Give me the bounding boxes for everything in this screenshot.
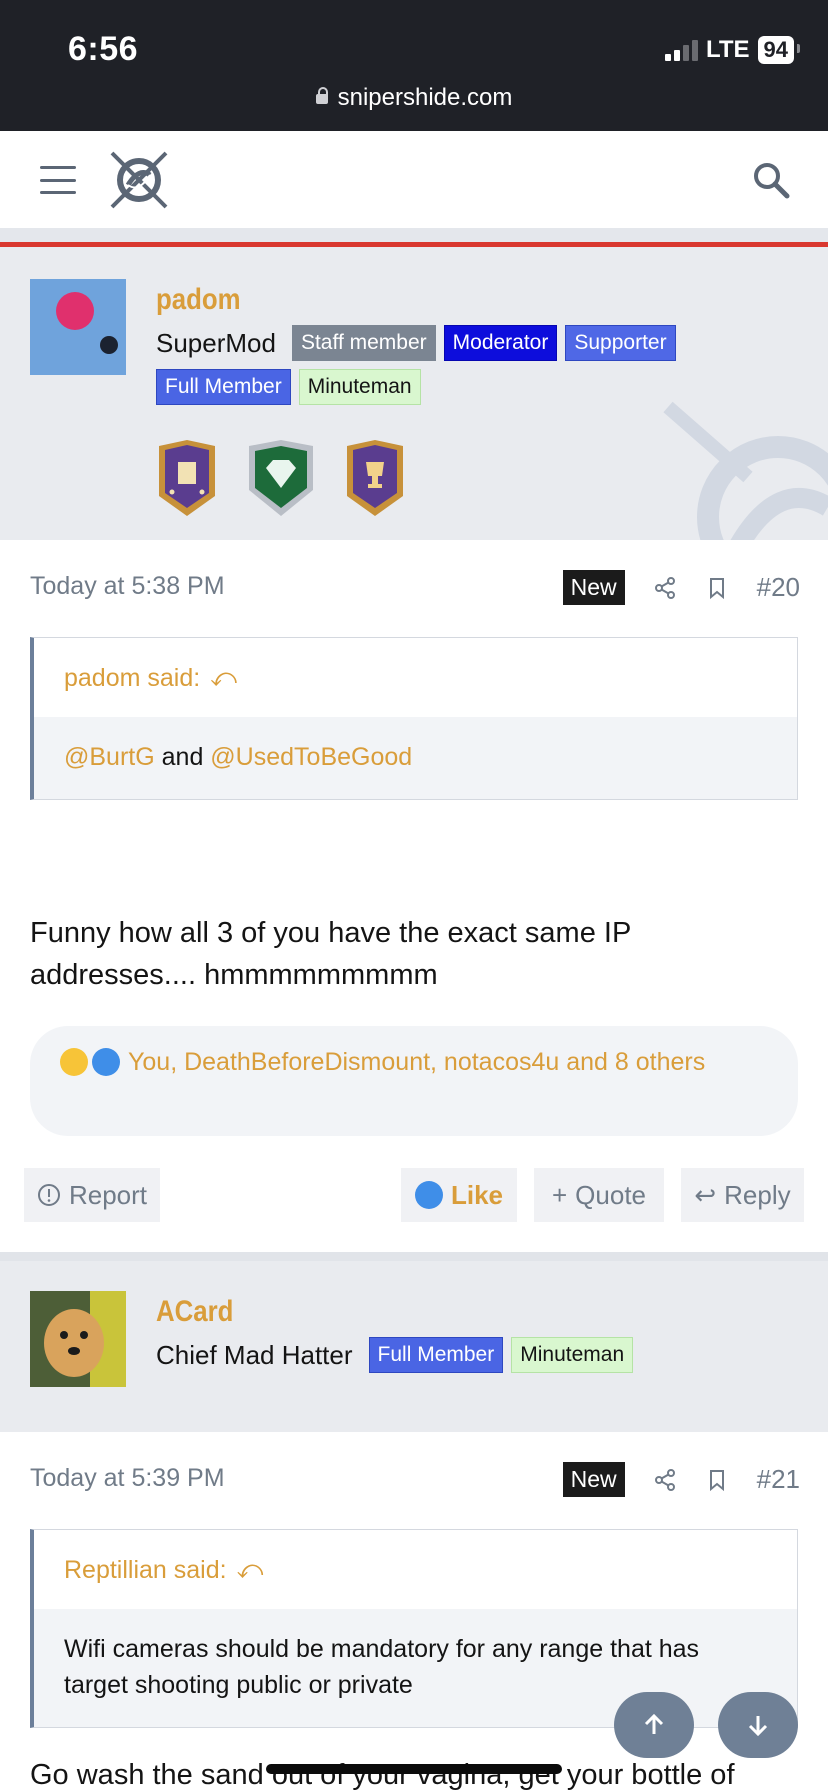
post-meta-actions: New #21	[562, 1462, 800, 1497]
badge-full-member: Full Member	[156, 369, 291, 405]
badge-full-member: Full Member	[368, 1337, 504, 1373]
signal-icon	[664, 39, 698, 61]
mention-usedtobegood[interactable]: @UsedToBeGood	[210, 743, 412, 771]
plus-icon: +	[551, 1179, 568, 1210]
new-badge: New	[562, 570, 625, 605]
badge-staff-member: Staff member	[291, 325, 436, 361]
username[interactable]: padom	[156, 283, 241, 317]
reply-label: Reply	[724, 1179, 791, 1210]
site-logo[interactable]	[106, 147, 172, 213]
scroll-top-button[interactable]	[614, 1692, 694, 1758]
battery-icon: 94	[757, 36, 801, 64]
watermark-logo	[663, 401, 828, 540]
bookmark-icon[interactable]	[705, 576, 729, 600]
quote-body: @BurtG and @UsedToBeGood	[34, 717, 797, 799]
user-badges: Chief Mad Hatter Full Member Minuteman	[156, 1337, 756, 1373]
reactions-bar[interactable]: You, DeathBeforeDismount, notacos4u and …	[30, 1026, 798, 1136]
bookmark-icon[interactable]	[705, 1468, 729, 1492]
cup-trophy-icon[interactable]	[344, 440, 406, 516]
quote-button[interactable]: + Quote	[534, 1168, 664, 1222]
badge-minuteman: Minuteman	[298, 369, 421, 405]
trophy-row	[156, 440, 406, 516]
arrow-up-icon	[644, 1713, 664, 1734]
user-badges: SuperMod Staff member Moderator Supporte…	[156, 325, 756, 405]
user-title: SuperMod	[156, 327, 276, 358]
like-label: Like	[450, 1179, 504, 1210]
post-body: Funny how all 3 of you have the exact sa…	[30, 917, 631, 991]
like-icon	[414, 1181, 443, 1209]
quote-author[interactable]: padom said:	[64, 664, 200, 692]
post-date[interactable]: Today at 5:38 PM	[30, 572, 225, 601]
quote-box: Reptillian said: ⤺ Wifi cameras should be…	[30, 1529, 798, 1728]
badge-supporter: Supporter	[565, 325, 676, 361]
share-icon[interactable]	[653, 1468, 677, 1492]
post-actions: Report Like + Quote ↩ Reply	[24, 1168, 804, 1222]
status-indicators: LTE 94	[664, 36, 801, 64]
url-text: snipershide.com	[337, 84, 513, 111]
quote-header: padom said: ⤺	[34, 638, 797, 717]
reply-icon: ↩	[694, 1179, 717, 1210]
post-date[interactable]: Today at 5:39 PM	[30, 1464, 225, 1493]
laughing-emoji-icon	[60, 1048, 88, 1076]
status-time: 6:56	[68, 30, 139, 68]
site-header	[0, 131, 828, 228]
username[interactable]: ACard	[156, 1295, 233, 1329]
avatar[interactable]	[30, 1291, 126, 1387]
mention-burtg[interactable]: @BurtG	[64, 743, 155, 771]
post-user-block: ACard Chief Mad Hatter Full Member Minut…	[0, 1261, 828, 1432]
badge-minuteman: Minuteman	[511, 1337, 634, 1373]
reaction-icons	[60, 1048, 120, 1076]
post-number[interactable]: #20	[757, 572, 800, 603]
jump-to-quote-icon[interactable]: ⤺	[210, 664, 237, 692]
search-icon[interactable]	[752, 161, 790, 199]
user-title: Chief Mad Hatter	[156, 1339, 353, 1370]
arrow-down-icon	[748, 1716, 768, 1737]
quote-box: padom said: ⤺ @BurtG and @UsedToBeGood	[30, 637, 798, 800]
network-label: LTE	[705, 36, 750, 63]
header-divider	[0, 228, 828, 242]
report-icon	[37, 1184, 60, 1206]
lock-icon	[315, 87, 328, 104]
url-bar[interactable]: snipershide.com	[0, 84, 828, 112]
quote-label: Quote	[575, 1179, 646, 1210]
reply-button[interactable]: ↩ Reply	[681, 1168, 804, 1222]
post-number[interactable]: #21	[757, 1464, 800, 1495]
quote-header: Reptillian said: ⤺	[34, 1530, 797, 1609]
status-bar: 6:56 LTE 94 snipershide.com	[0, 0, 828, 131]
post-meta: Today at 5:38 PM New #20	[30, 570, 800, 610]
home-indicator[interactable]	[266, 1764, 562, 1774]
post-meta: Today at 5:39 PM New #21	[30, 1462, 800, 1502]
new-badge: New	[562, 1462, 625, 1497]
post-meta-actions: New #20	[562, 570, 800, 605]
diamond-trophy-icon[interactable]	[246, 440, 316, 516]
trophy-icon[interactable]	[156, 440, 218, 516]
avatar[interactable]	[30, 279, 126, 375]
post-user-block: padom SuperMod Staff member Moderator Su…	[0, 247, 828, 540]
report-button[interactable]: Report	[24, 1168, 160, 1222]
scroll-bottom-button[interactable]	[718, 1692, 798, 1758]
post-divider	[0, 1252, 828, 1261]
quote-author[interactable]: Reptillian said:	[64, 1556, 227, 1584]
report-label: Report	[68, 1179, 148, 1210]
jump-to-quote-icon[interactable]: ⤺	[237, 1556, 264, 1584]
share-icon[interactable]	[653, 576, 677, 600]
menu-icon[interactable]	[40, 166, 76, 194]
like-button[interactable]: Like	[401, 1168, 517, 1222]
quote-joiner: and	[154, 743, 211, 771]
reactions-text: You, DeathBeforeDismount, notacos4u and …	[128, 1048, 706, 1076]
like-reaction-icon	[92, 1048, 120, 1076]
badge-moderator: Moderator	[443, 325, 558, 361]
